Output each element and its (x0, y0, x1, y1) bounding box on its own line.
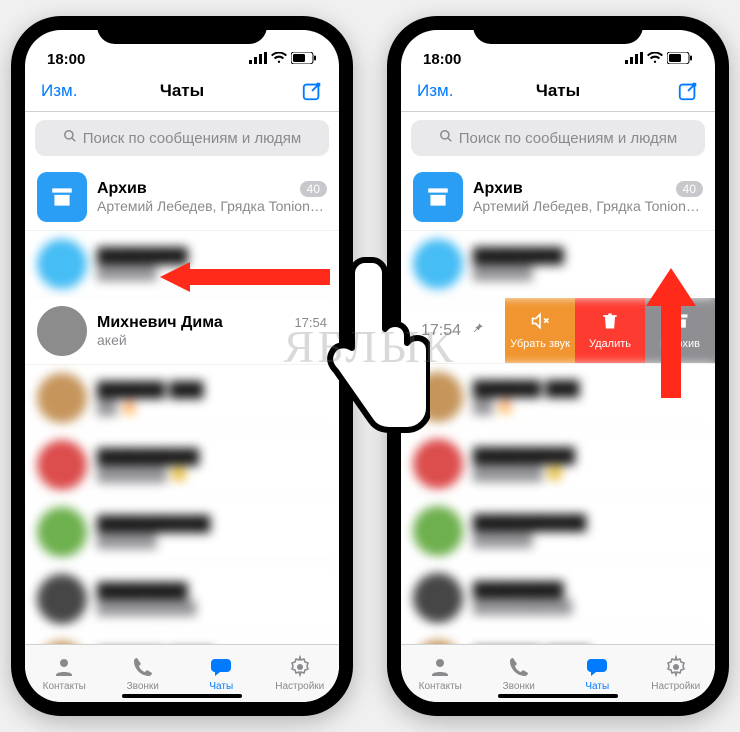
chat-row-blurred[interactable]: ████████████████ 😊 (401, 431, 715, 498)
search-placeholder: Поиск по сообщениям и людям (83, 130, 302, 147)
archive-subtitle: Артемий Лебедев, Грядка Toniona, CocoaHe… (97, 198, 327, 214)
archive-row[interactable]: Архив 40 Артемий Лебедев, Грядка Toniona… (25, 164, 339, 231)
compose-button[interactable] (301, 80, 323, 102)
phone-right: 18:00 Изм. Чаты Поиск по сообщениям и лю… (387, 16, 729, 716)
archive-label: В архив (660, 338, 700, 350)
archive-subtitle: Артемий Лебедев, Грядка Toniona, CocoaHe… (473, 198, 703, 214)
tab-label: Настройки (275, 681, 324, 692)
battery-icon (291, 51, 317, 68)
home-indicator[interactable] (498, 694, 618, 698)
status-time: 18:00 (423, 51, 461, 68)
archive-title: Архив (473, 180, 523, 198)
chat-list[interactable]: Архив 40 Артемий Лебедев, Грядка Toniona… (25, 164, 339, 644)
signal-icon (625, 51, 643, 68)
search-icon (63, 129, 77, 147)
mute-label: Убрать звук (510, 338, 570, 350)
avatar (37, 239, 87, 289)
delete-button[interactable]: Удалить (575, 298, 645, 363)
tab-label: Контакты (43, 681, 86, 692)
status-time: 18:00 (47, 51, 85, 68)
chat-row-blurred[interactable]: ████████████████ (401, 498, 715, 565)
tab-contacts[interactable]: Контакты (25, 645, 104, 702)
archive-icon (670, 311, 690, 334)
archive-title: Архив (97, 180, 147, 198)
chat-row-blurred[interactable]: ██████████████ (401, 231, 715, 298)
phone-left: 18:00 Изм. Чаты (11, 16, 353, 716)
notch (97, 16, 267, 44)
archive-row[interactable]: Архив 40 Артемий Лебедев, Грядка Toniona… (401, 164, 715, 231)
chat-row-blurred[interactable]: ██████████████████ (25, 566, 339, 633)
search-icon (439, 129, 453, 147)
edit-button[interactable]: Изм. (41, 81, 77, 101)
wifi-icon (647, 51, 663, 68)
chat-list[interactable]: Архив 40 Артемий Лебедев, Грядка Toniona… (401, 164, 715, 644)
delete-label: Удалить (589, 338, 631, 350)
battery-icon (667, 51, 693, 68)
archive-icon (413, 172, 463, 222)
search-placeholder: Поиск по сообщениям и людям (459, 130, 678, 147)
chat-row-blurred[interactable]: ██████████████████ (401, 565, 715, 632)
notch (473, 16, 643, 44)
archive-badge: 40 (300, 181, 327, 197)
swipe-actions-row: 17:54 Убрать звук Удалить (401, 298, 715, 364)
archive-icon (37, 172, 87, 222)
avatar (37, 306, 87, 356)
nav-bar: Изм. Чаты (25, 70, 339, 112)
tab-settings[interactable]: Настройки (261, 645, 340, 702)
chat-name: Михневич Дима (97, 314, 223, 332)
tab-label: Чаты (585, 681, 609, 692)
tab-contacts[interactable]: Контакты (401, 645, 480, 702)
mute-icon (530, 311, 550, 334)
chat-time: 17:54 (421, 322, 461, 340)
trash-icon (600, 311, 620, 334)
avatar (413, 239, 463, 289)
search-input[interactable]: Поиск по сообщениям и людям (35, 120, 329, 156)
chat-row-blurred[interactable]: ████████████████ 😊 (25, 432, 339, 499)
chat-row[interactable]: Михневич Дима 17:54 акей (25, 298, 339, 365)
page-title: Чаты (160, 81, 204, 101)
tab-label: Чаты (209, 681, 233, 692)
edit-button[interactable]: Изм. (417, 81, 453, 101)
compose-button[interactable] (677, 80, 699, 102)
mute-button[interactable]: Убрать звук (505, 298, 575, 363)
tab-label: Настройки (651, 681, 700, 692)
chat-time: 17:54 (294, 315, 327, 330)
page-title: Чаты (536, 81, 580, 101)
chat-preview: акей (97, 332, 327, 348)
archive-button[interactable]: В архив (645, 298, 715, 363)
chat-row-blurred[interactable]: ██████ █████ 🔥 (401, 364, 715, 431)
wifi-icon (271, 51, 287, 68)
chat-row-blurred[interactable]: ██████ ████████████ (25, 633, 339, 644)
pin-icon (471, 321, 485, 340)
tab-label: Звонки (127, 681, 159, 692)
search-input[interactable]: Поиск по сообщениям и людям (411, 120, 705, 156)
chat-row-blurred[interactable]: ████████████████ (25, 499, 339, 566)
home-indicator[interactable] (122, 694, 242, 698)
chat-row-blurred[interactable]: ██████ ████████████ (401, 632, 715, 644)
tab-label: Контакты (419, 681, 462, 692)
chat-row-blurred[interactable]: ██████████████ (25, 231, 339, 298)
tab-label: Звонки (503, 681, 535, 692)
nav-bar: Изм. Чаты (401, 70, 715, 112)
tab-settings[interactable]: Настройки (637, 645, 716, 702)
archive-badge: 40 (676, 181, 703, 197)
chat-row-blurred[interactable]: ██████ █████ 🔥 (25, 365, 339, 432)
signal-icon (249, 51, 267, 68)
